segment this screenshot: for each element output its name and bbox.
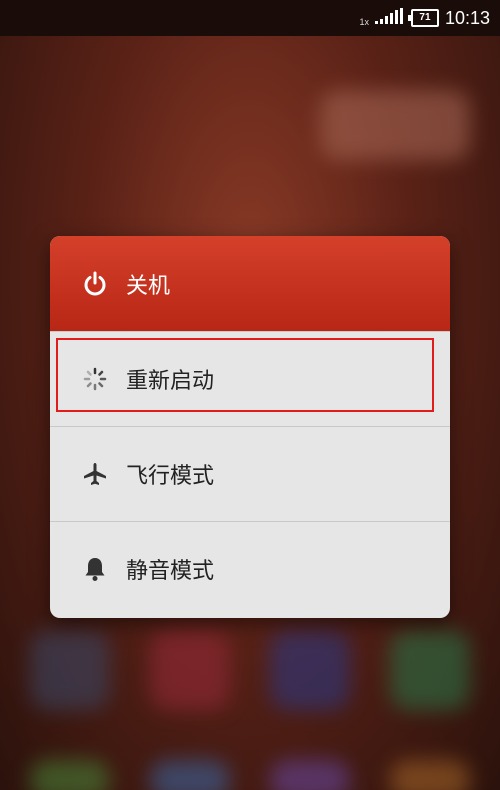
power-menu-dialog: 关机 重新启动 飞行模式 静音模式 [50, 236, 450, 618]
signal-strength-icon [374, 7, 405, 29]
status-clock: 10:13 [444, 7, 490, 28]
airplane-mode-button[interactable]: 飞行模式 [50, 426, 450, 521]
power-icon [80, 269, 110, 299]
silent-mode-button[interactable]: 静音模式 [50, 521, 450, 616]
power-off-button[interactable]: 关机 [50, 236, 450, 331]
blurred-clock-widget [320, 90, 470, 160]
status-indicators: 1x 71 10:13 [359, 0, 490, 36]
power-off-label: 关机 [126, 273, 171, 299]
blurred-dock-icon [150, 760, 230, 790]
blurred-app-icon [30, 630, 110, 710]
airplane-mode-label: 飞行模式 [126, 464, 215, 489]
blurred-dock-icon [30, 760, 110, 790]
status-bar: 1x 71 10:13 [0, 0, 500, 36]
blurred-app-icon [150, 630, 230, 710]
blurred-app-icon [390, 630, 470, 710]
blurred-dock-icon [270, 760, 350, 790]
blurred-dock-icon [390, 760, 470, 790]
silent-mode-label: 静音模式 [126, 559, 215, 584]
airplane-icon [80, 459, 110, 489]
bell-icon [80, 554, 110, 584]
sim-label: 1x [359, 17, 369, 27]
loading-spinner-icon [80, 364, 110, 394]
battery-icon: 71 [407, 9, 439, 27]
restart-label: 重新启动 [126, 369, 215, 394]
selection-highlight-box [56, 338, 434, 412]
restart-button[interactable]: 重新启动 [50, 331, 450, 426]
blurred-app-icon [270, 630, 350, 710]
